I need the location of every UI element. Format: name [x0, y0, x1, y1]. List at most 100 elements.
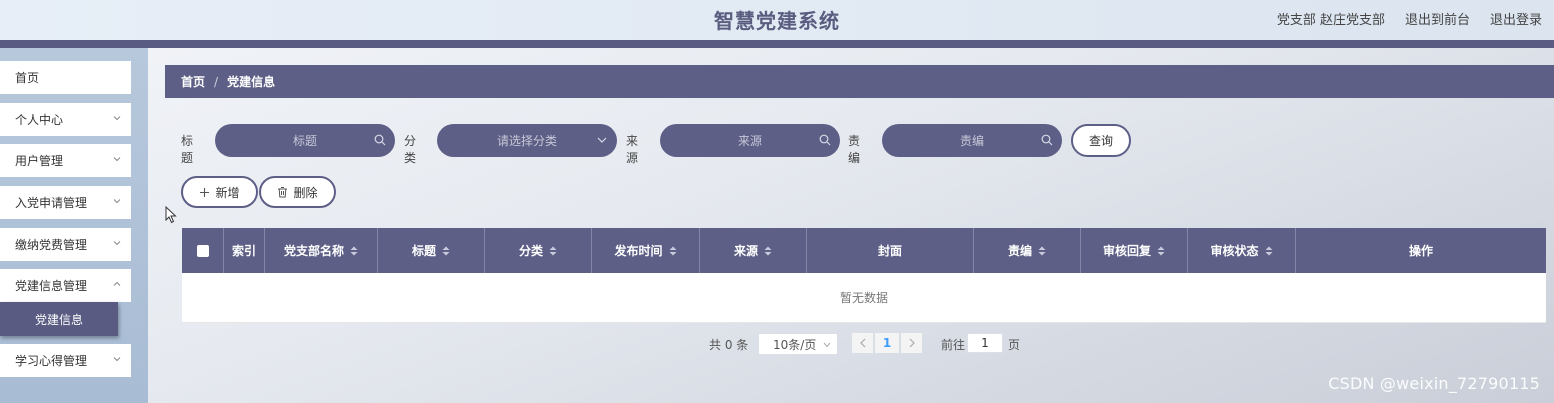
- sidebar-item-user-management[interactable]: 用户管理: [0, 144, 131, 177]
- page-suffix-label: 页: [1008, 338, 1021, 352]
- add-button[interactable]: 新增: [181, 176, 258, 208]
- sidebar-item-party-application[interactable]: 入党申请管理: [0, 186, 131, 219]
- sidebar-item-label: 缴纳党费管理: [15, 238, 88, 252]
- pagination-total: 共 0 条: [709, 338, 749, 352]
- sidebar-item-dues-management[interactable]: 缴纳党费管理: [0, 228, 131, 261]
- column-header-cover: 封面: [807, 228, 974, 273]
- sidebar-subitem-party-info[interactable]: 党建信息: [0, 302, 118, 336]
- sort-icon[interactable]: [1038, 246, 1046, 256]
- sort-icon[interactable]: [1157, 246, 1165, 256]
- column-header-branch[interactable]: 党支部名称: [265, 228, 378, 273]
- sidebar-item-label: 个人中心: [15, 113, 64, 127]
- column-header-label: 封面: [877, 244, 902, 258]
- column-header-label: 分类: [518, 244, 543, 258]
- sort-icon[interactable]: [549, 246, 557, 256]
- chevron-down-icon: [113, 357, 121, 362]
- column-header-category[interactable]: 分类: [485, 228, 592, 273]
- column-header-editor[interactable]: 责编: [974, 228, 1081, 273]
- trash-icon: [278, 187, 288, 198]
- top-header: 智慧党建系统 党支部 赵庄党支部 退出到前台 退出登录: [0, 0, 1554, 40]
- sort-icon[interactable]: [350, 246, 358, 256]
- page-size-select[interactable]: 10条/页: [758, 333, 838, 355]
- column-header-label: 标题: [411, 244, 436, 258]
- source-search-input[interactable]: 来源: [660, 124, 840, 157]
- data-table: 索引 党支部名称 标题 分类 发布时间 来源 封面 责编 审核回复 审核状态 操…: [182, 228, 1546, 323]
- sidebar-item-personal-center[interactable]: 个人中心: [0, 103, 131, 136]
- category-select[interactable]: 请选择分类: [437, 124, 617, 157]
- chevron-up-icon: [113, 281, 121, 286]
- breadcrumb-separator: /: [214, 74, 219, 89]
- next-page-button[interactable]: [901, 333, 922, 353]
- column-header-review-status[interactable]: 审核状态: [1188, 228, 1296, 273]
- delete-button[interactable]: 删除: [259, 176, 336, 208]
- input-placeholder: 来源: [737, 134, 762, 148]
- sidebar-item-party-info-management[interactable]: 党建信息管理: [0, 269, 131, 302]
- editor-search-input[interactable]: 责编: [882, 124, 1062, 157]
- sort-icon[interactable]: [764, 246, 772, 256]
- chevron-down-icon: [113, 241, 121, 246]
- add-button-label: 新增: [215, 185, 240, 200]
- sidebar-item-home[interactable]: 首页: [0, 61, 131, 94]
- sidebar-item-label: 学习心得管理: [15, 354, 88, 368]
- table-header: 索引 党支部名称 标题 分类 发布时间 来源 封面 责编 审核回复 审核状态 操…: [182, 228, 1546, 273]
- sidebar-item-label: 党建信息管理: [15, 279, 88, 293]
- column-header-actions: 操作: [1296, 228, 1546, 273]
- chevron-down-icon: [823, 342, 831, 348]
- prev-page-button[interactable]: [852, 333, 873, 353]
- chevron-down-icon: [113, 157, 121, 162]
- input-placeholder: 标题: [292, 134, 317, 148]
- header-actions: 党支部 赵庄党支部 退出到前台 退出登录: [1277, 9, 1542, 28]
- search-icon: [1041, 134, 1053, 146]
- column-header-label: 来源: [733, 244, 758, 258]
- goto-label: 前往: [941, 338, 966, 352]
- sort-icon[interactable]: [442, 246, 450, 256]
- column-header-source[interactable]: 来源: [700, 228, 807, 273]
- chevron-down-icon: [597, 137, 607, 143]
- column-header-label: 责编: [1007, 244, 1032, 258]
- column-header-review-reply[interactable]: 审核回复: [1081, 228, 1188, 273]
- chevron-left-icon: [859, 338, 865, 348]
- search-icon: [374, 134, 386, 146]
- column-header-title[interactable]: 标题: [378, 228, 485, 273]
- title-filter-label: 标题: [181, 134, 194, 165]
- table-empty-row: 暂无数据: [182, 273, 1546, 323]
- sort-icon[interactable]: [1265, 246, 1273, 256]
- input-placeholder: 责编: [959, 134, 984, 148]
- chevron-down-icon: [113, 199, 121, 204]
- chevron-down-icon: [113, 116, 121, 121]
- breadcrumb-home[interactable]: 首页: [181, 73, 205, 90]
- sidebar-item-study-notes[interactable]: 学习心得管理: [0, 344, 131, 377]
- delete-button-label: 删除: [293, 185, 318, 200]
- breadcrumb: 首页 / 党建信息: [165, 65, 1554, 98]
- search-icon: [819, 134, 831, 146]
- page-size-value: 10条/页: [773, 337, 817, 352]
- editor-filter-label: 责编: [848, 134, 861, 165]
- column-header-label: 操作: [1408, 244, 1433, 258]
- sidebar-item-label: 入党申请管理: [15, 196, 88, 210]
- logout-link[interactable]: 退出登录: [1490, 9, 1542, 28]
- breadcrumb-current: 党建信息: [227, 75, 276, 89]
- watermark-text: CSDN @weixin_72790115: [1328, 374, 1540, 393]
- header-divider: [0, 40, 1554, 48]
- column-header-index: 索引: [224, 228, 265, 273]
- chevron-right-icon: [909, 338, 915, 348]
- title-search-input[interactable]: 标题: [215, 124, 395, 157]
- column-header-label: 审核回复: [1102, 244, 1151, 258]
- goto-page-input[interactable]: 1: [967, 333, 1003, 353]
- sidebar-item-label: 用户管理: [15, 154, 64, 168]
- column-header-label: 发布时间: [614, 244, 663, 258]
- source-filter-label: 来源: [626, 134, 639, 165]
- sort-icon[interactable]: [669, 246, 677, 256]
- column-header-publish-time[interactable]: 发布时间: [592, 228, 700, 273]
- column-header-label: 党支部名称: [283, 244, 344, 258]
- mouse-cursor-icon: [165, 206, 177, 224]
- select-placeholder: 请选择分类: [496, 134, 557, 148]
- select-all-checkbox[interactable]: [196, 244, 209, 257]
- back-to-front-link[interactable]: 退出到前台: [1405, 9, 1470, 28]
- empty-text: 暂无数据: [839, 291, 888, 305]
- sidebar-item-label: 首页: [15, 71, 40, 85]
- page-number-current[interactable]: 1: [877, 333, 897, 353]
- query-button[interactable]: 查询: [1071, 124, 1131, 157]
- current-user-label: 党支部 赵庄党支部: [1276, 13, 1385, 28]
- column-header-label: 索引: [231, 244, 256, 258]
